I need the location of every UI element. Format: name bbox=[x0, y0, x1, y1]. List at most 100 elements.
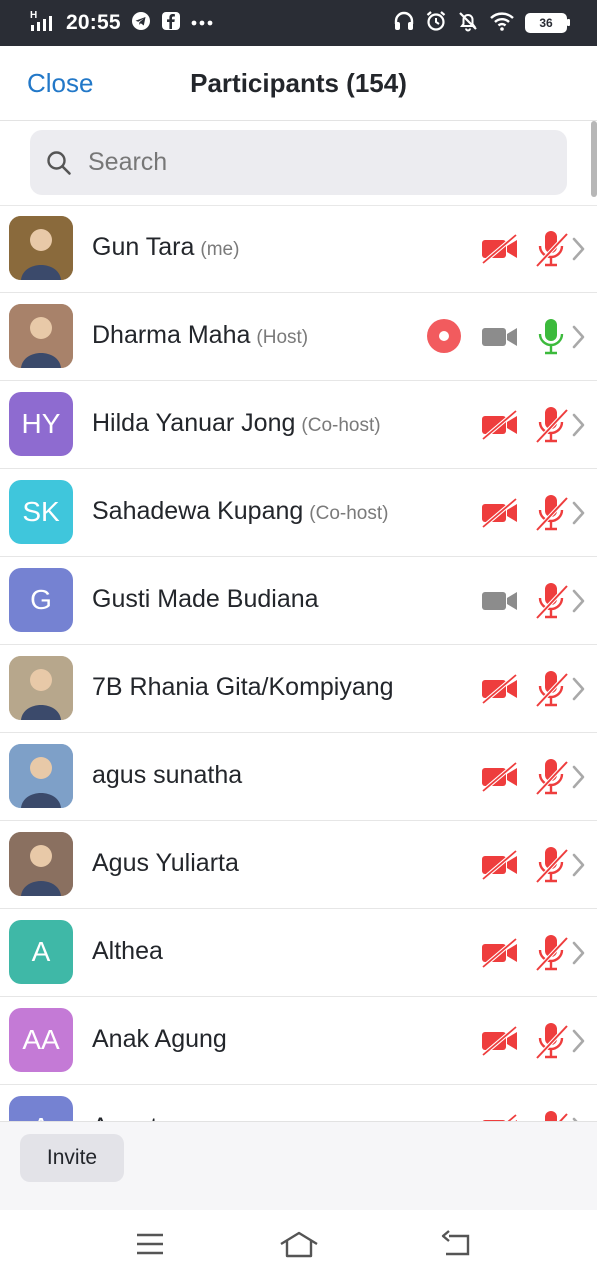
chevron-right-icon[interactable] bbox=[571, 676, 587, 707]
participant-role: (Host) bbox=[256, 327, 309, 348]
participant-name-line: Ananta bbox=[92, 1113, 171, 1121]
back-icon[interactable] bbox=[440, 1230, 472, 1263]
participant-row[interactable]: HY Hilda Yanuar Jong (Co-host) bbox=[0, 381, 597, 469]
participant-name-line: Agus Yuliarta bbox=[92, 849, 239, 878]
participant-role: (Co-host) bbox=[309, 503, 389, 524]
participant-name-line: Anak Agung bbox=[92, 1025, 227, 1054]
chevron-right-icon[interactable] bbox=[571, 324, 587, 355]
alarm-icon bbox=[425, 10, 447, 37]
participant-name: Hilda Yanuar Jong bbox=[92, 409, 296, 437]
participant-name-line: Gun Tara (me) bbox=[92, 233, 239, 262]
status-time: 20:55 bbox=[66, 11, 121, 34]
video-off-icon[interactable] bbox=[480, 409, 520, 445]
battery-icon: 36 bbox=[525, 13, 570, 33]
participant-name: Ananta bbox=[92, 1113, 171, 1121]
chevron-right-icon[interactable] bbox=[571, 1028, 587, 1059]
participant-row[interactable]: AA Anak Agung bbox=[0, 997, 597, 1085]
microphone-muted-icon[interactable] bbox=[534, 581, 569, 626]
participant-name: Agus Yuliarta bbox=[92, 849, 239, 877]
video-on-icon[interactable] bbox=[480, 586, 520, 621]
participant-row[interactable]: agus sunatha bbox=[0, 733, 597, 821]
microphone-muted-icon[interactable] bbox=[534, 493, 569, 538]
video-off-icon[interactable] bbox=[480, 233, 520, 269]
microphone-muted-icon[interactable] bbox=[534, 1021, 569, 1066]
avatar-photo bbox=[9, 304, 73, 368]
microphone-muted-icon[interactable] bbox=[534, 845, 569, 890]
headphones-icon bbox=[393, 10, 415, 37]
video-off-icon[interactable] bbox=[480, 673, 520, 709]
search-bar-area bbox=[0, 121, 597, 206]
microphone-muted-icon[interactable] bbox=[534, 405, 569, 450]
menu-icon[interactable] bbox=[135, 1230, 165, 1263]
scrollbar[interactable] bbox=[591, 121, 597, 197]
telegram-icon bbox=[131, 11, 151, 36]
signal-icon: H bbox=[30, 9, 56, 38]
microphone-muted-icon[interactable] bbox=[534, 933, 569, 978]
chevron-right-icon[interactable] bbox=[571, 940, 587, 971]
invite-button[interactable]: Invite bbox=[20, 1134, 124, 1182]
recording-icon bbox=[426, 318, 462, 359]
search-box[interactable] bbox=[30, 130, 567, 195]
avatar: AA bbox=[9, 1008, 73, 1072]
participant-row[interactable]: 7B Rhania Gita/Kompiyang bbox=[0, 645, 597, 733]
wifi-icon bbox=[489, 10, 515, 37]
participant-row[interactable]: Agus Yuliarta bbox=[0, 821, 597, 909]
participant-name-line: Hilda Yanuar Jong (Co-host) bbox=[92, 409, 381, 438]
participant-name: Gun Tara bbox=[92, 233, 195, 261]
participant-row[interactable]: A Althea bbox=[0, 909, 597, 997]
participant-name: agus sunatha bbox=[92, 761, 243, 789]
avatar-initials: A bbox=[32, 1112, 51, 1121]
avatar-photo bbox=[9, 656, 73, 720]
mute-notification-icon bbox=[457, 10, 479, 37]
home-icon[interactable] bbox=[279, 1230, 319, 1265]
participant-list: Gun Tara (me) Dharma Maha (Host) HY Hilda … bbox=[0, 205, 597, 1121]
participant-name-line: Dharma Maha (Host) bbox=[92, 321, 308, 350]
participant-name-line: 7B Rhania Gita/Kompiyang bbox=[92, 673, 394, 702]
avatar: SK bbox=[9, 480, 73, 544]
chevron-right-icon[interactable] bbox=[571, 412, 587, 443]
video-off-icon[interactable] bbox=[480, 1113, 520, 1121]
microphone-muted-icon[interactable] bbox=[534, 1109, 569, 1121]
participant-row[interactable]: A Ananta bbox=[0, 1085, 597, 1121]
participant-row[interactable]: G Gusti Made Budiana bbox=[0, 557, 597, 645]
participant-name: Dharma Maha bbox=[92, 321, 251, 349]
search-input[interactable] bbox=[86, 147, 530, 178]
video-off-icon[interactable] bbox=[480, 849, 520, 885]
microphone-muted-icon[interactable] bbox=[534, 757, 569, 802]
chevron-right-icon[interactable] bbox=[571, 500, 587, 531]
video-off-icon[interactable] bbox=[480, 761, 520, 797]
chevron-right-icon[interactable] bbox=[571, 764, 587, 795]
video-off-icon[interactable] bbox=[480, 1025, 520, 1061]
chevron-right-icon[interactable] bbox=[571, 588, 587, 619]
avatar-photo bbox=[9, 832, 73, 896]
more-notifications-icon bbox=[191, 14, 213, 32]
participant-role: (me) bbox=[200, 239, 240, 260]
participant-name: 7B Rhania Gita/Kompiyang bbox=[92, 673, 394, 701]
video-off-icon[interactable] bbox=[480, 497, 520, 533]
avatar-initials: AA bbox=[22, 1024, 60, 1055]
avatar-initials: HY bbox=[21, 408, 61, 439]
video-on-icon[interactable] bbox=[480, 322, 520, 357]
participant-name-line: Gusti Made Budiana bbox=[92, 585, 319, 614]
system-navigation-bar bbox=[0, 1210, 597, 1280]
video-off-icon[interactable] bbox=[480, 937, 520, 973]
microphone-muted-icon[interactable] bbox=[534, 669, 569, 714]
facebook-icon bbox=[161, 11, 181, 36]
chevron-right-icon[interactable] bbox=[571, 236, 587, 267]
avatar: G bbox=[9, 568, 73, 632]
participant-row[interactable]: Dharma Maha (Host) bbox=[0, 293, 597, 381]
participant-row[interactable]: Gun Tara (me) bbox=[0, 205, 597, 293]
avatar: A bbox=[9, 1096, 73, 1121]
avatar-photo bbox=[9, 216, 73, 280]
chevron-right-icon[interactable] bbox=[571, 852, 587, 883]
participant-name: Sahadewa Kupang bbox=[92, 497, 304, 525]
participant-name: Anak Agung bbox=[92, 1025, 227, 1053]
avatar: A bbox=[9, 920, 73, 984]
avatar: HY bbox=[9, 392, 73, 456]
participant-role: (Co-host) bbox=[301, 415, 381, 436]
microphone-muted-icon[interactable] bbox=[534, 229, 569, 274]
avatar-initials: G bbox=[30, 584, 52, 615]
avatar-photo bbox=[9, 744, 73, 808]
participant-row[interactable]: SK Sahadewa Kupang (Co-host) bbox=[0, 469, 597, 557]
microphone-on-icon[interactable] bbox=[534, 317, 568, 362]
